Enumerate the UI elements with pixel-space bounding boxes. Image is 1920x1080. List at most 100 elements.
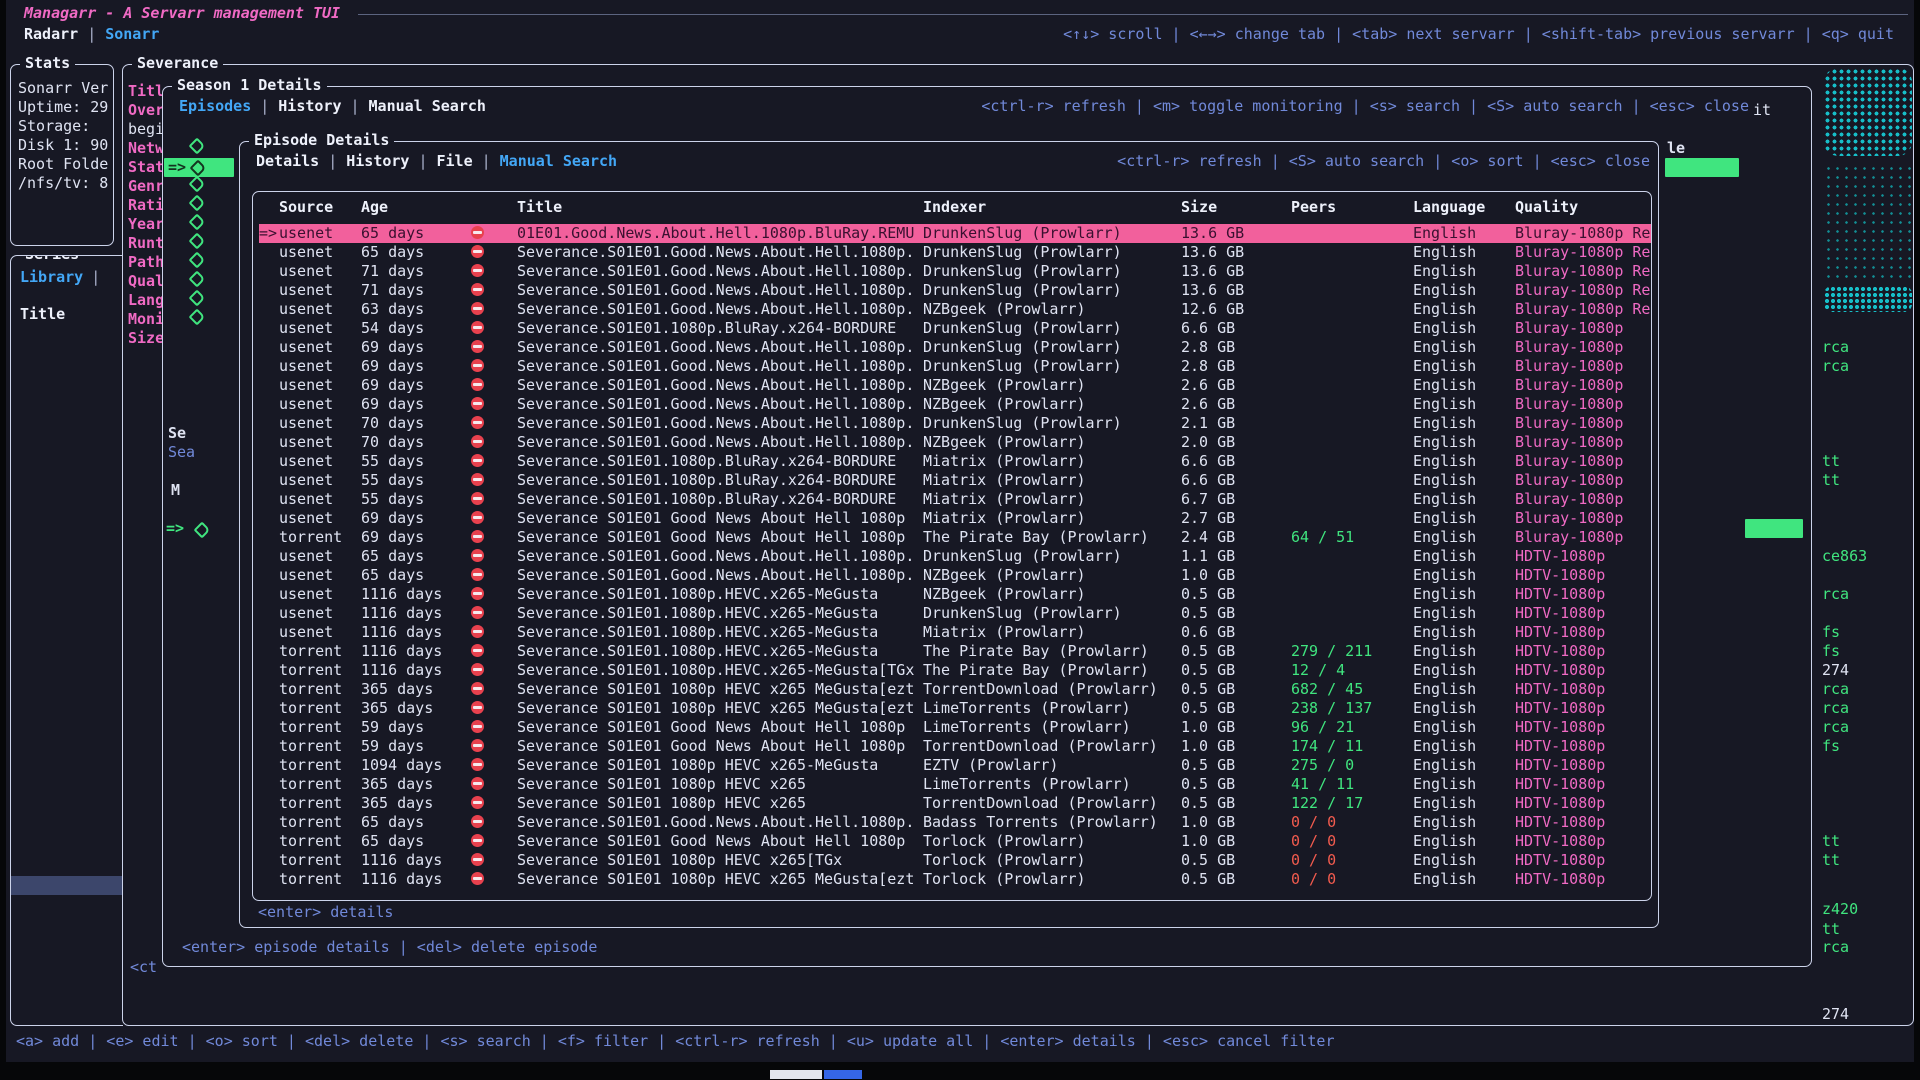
search-result-row[interactable]: torrent 59 days Severance S01E01 Good Ne…: [259, 737, 1651, 756]
series-list-item[interactable]: Little: [11, 439, 123, 458]
search-result-row[interactable]: usenet 70 days Severance.S01E01.Good.New…: [259, 414, 1651, 433]
tab-radarr[interactable]: Radarr: [24, 25, 78, 44]
search-result-row[interactable]: torrent 365 days Severance S01E01 1080p …: [259, 794, 1651, 813]
series-list-item[interactable]: Netflix: [11, 838, 123, 857]
search-result-row[interactable]: usenet 1116 days Severance.S01E01.1080p.…: [259, 604, 1651, 623]
series-list-item[interactable]: The Way: [11, 382, 123, 401]
search-result-row[interactable]: torrent 1116 days Severance S01E01 1080p…: [259, 870, 1651, 889]
search-result-row[interactable]: torrent 365 days Severance S01E01 1080p …: [259, 699, 1651, 718]
series-list-item[interactable]: It's Al: [11, 762, 123, 781]
result-language: English: [1413, 395, 1515, 414]
search-result-row[interactable]: usenet 55 days Severance.S01E01.1080p.Bl…: [259, 490, 1651, 509]
series-list-item[interactable]: PEN15: [11, 724, 123, 743]
header-age[interactable]: Age: [361, 198, 471, 217]
search-result-row[interactable]: torrent 1116 days Severance.S01E01.1080p…: [259, 642, 1651, 661]
search-result-row[interactable]: torrent 69 days Severance S01E01 Good Ne…: [259, 528, 1651, 547]
header-size[interactable]: Size: [1181, 198, 1291, 217]
series-list-item[interactable]: Mask Gi: [11, 458, 123, 477]
result-title: Severance S01E01 Good News About Hell 10…: [517, 737, 923, 756]
occluded-selection-marker: =>: [168, 158, 186, 177]
tab-library[interactable]: Library: [20, 268, 83, 287]
search-result-row[interactable]: torrent 1116 days Severance S01E01 1080p…: [259, 851, 1651, 870]
search-result-row[interactable]: usenet 69 days Severance S01E01 Good New…: [259, 509, 1651, 528]
search-result-row[interactable]: torrent 59 days Severance S01E01 Good Ne…: [259, 718, 1651, 737]
series-list-item[interactable]: The Gri: [11, 534, 123, 553]
series-list-item[interactable]: Flight: [11, 610, 123, 629]
header-language[interactable]: Language: [1413, 198, 1515, 217]
series-list-item[interactable]: Yosuga: [11, 325, 123, 344]
series-list-item[interactable]: Altered: [11, 933, 123, 952]
series-list-item[interactable]: The Nig: [11, 857, 123, 876]
series-list-item[interactable]: => Severan: [11, 876, 123, 895]
result-quality: HDTV-1080p: [1515, 870, 1651, 889]
series-list-item[interactable]: The Nan: [11, 800, 123, 819]
search-result-row[interactable]: usenet 69 days Severance.S01E01.Good.New…: [259, 376, 1651, 395]
series-list-item[interactable]: Paradis: [11, 971, 123, 990]
search-result-row[interactable]: usenet 69 days Severance.S01E01.Good.New…: [259, 395, 1651, 414]
search-result-row[interactable]: torrent 1094 days Severance S01E01 1080p…: [259, 756, 1651, 775]
tab-sonarr[interactable]: Sonarr: [105, 25, 159, 44]
series-list-item[interactable]: The Emp: [11, 496, 123, 515]
search-result-row[interactable]: usenet 65 days Severance.S01E01.Good.New…: [259, 566, 1651, 585]
series-field-label: begin: [128, 120, 164, 139]
series-list-item[interactable]: Mad Men: [11, 591, 123, 610]
series-list-item[interactable]: Tsunami: [11, 572, 123, 591]
series-list-item[interactable]: Sirens: [11, 629, 123, 648]
monitored-tag-icon: [189, 309, 206, 326]
search-result-row[interactable]: torrent 65 days Severance S01E01 Good Ne…: [259, 832, 1651, 851]
search-result-row[interactable]: usenet 54 days Severance.S01E01.1080p.Bl…: [259, 319, 1651, 338]
series-list-item[interactable]: Dark Ga: [11, 914, 123, 933]
tab-season-history[interactable]: History: [278, 97, 341, 116]
search-result-row[interactable]: usenet 65 days Severance.S01E01.Good.New…: [259, 547, 1651, 566]
series-list-item[interactable]: Homeste: [11, 648, 123, 667]
search-result-row[interactable]: usenet 55 days Severance.S01E01.1080p.Bl…: [259, 471, 1651, 490]
search-result-row[interactable]: usenet 65 days Severance.S01E01.Good.New…: [259, 243, 1651, 262]
series-list-item[interactable]: Hunter: [11, 401, 123, 420]
series-list-item[interactable]: High Sc: [11, 420, 123, 439]
series-list-item[interactable]: Chillin: [11, 363, 123, 382]
search-result-row[interactable]: torrent 1116 days Severance.S01E01.1080p…: [259, 661, 1651, 680]
search-result-row[interactable]: usenet 55 days Severance.S01E01.1080p.Bl…: [259, 452, 1651, 471]
search-result-row[interactable]: usenet 69 days Severance.S01E01.Good.New…: [259, 357, 1651, 376]
tab-episode-file[interactable]: File: [437, 152, 473, 171]
result-indexer: DrunkenSlug (Prowlarr): [923, 281, 1181, 300]
series-list-item[interactable]: The Rev: [11, 705, 123, 724]
search-result-row[interactable]: usenet 69 days Severance.S01E01.Good.New…: [259, 338, 1651, 357]
series-list-item[interactable]: Washing: [11, 686, 123, 705]
series-list-item[interactable]: Sons of: [11, 667, 123, 686]
tab-episode-manual-search[interactable]: Manual Search: [500, 152, 617, 171]
search-result-row[interactable]: usenet 63 days Severance.S01E01.Good.New…: [259, 300, 1651, 319]
search-result-row[interactable]: usenet 70 days Severance.S01E01.Good.New…: [259, 433, 1651, 452]
series-list-item[interactable]: The Tra: [11, 781, 123, 800]
series-list-item[interactable]: Overflo: [11, 553, 123, 572]
series-list-item[interactable]: Marvel': [11, 895, 123, 914]
search-result-row[interactable]: => usenet 65 days 01E01.Good.News.About.…: [259, 224, 1651, 243]
tab-season-manual-search[interactable]: Manual Search: [369, 97, 486, 116]
search-result-row[interactable]: usenet 1116 days Severance.S01E01.1080p.…: [259, 585, 1651, 604]
series-list-item[interactable]: The Qwa: [11, 344, 123, 363]
tab-episode-details[interactable]: Details: [256, 152, 319, 171]
row-selection-marker: [259, 452, 279, 471]
series-field-label: Ratin: [128, 196, 164, 215]
rejected-icon: [471, 378, 484, 391]
result-peers: 12 / 4: [1291, 661, 1413, 680]
tab-episode-history[interactable]: History: [346, 152, 409, 171]
search-result-row[interactable]: usenet 71 days Severance.S01E01.Good.New…: [259, 262, 1651, 281]
search-result-row[interactable]: torrent 365 days Severance S01E01 1080p …: [259, 680, 1651, 699]
header-peers[interactable]: Peers: [1291, 198, 1413, 217]
search-result-row[interactable]: torrent 365 days Severance S01E01 1080p …: [259, 775, 1651, 794]
series-list-item[interactable]: Batwhee: [11, 952, 123, 971]
header-title[interactable]: Title: [517, 198, 923, 217]
header-source[interactable]: Source: [279, 198, 361, 217]
tab-episodes[interactable]: Episodes: [179, 97, 251, 116]
search-result-row[interactable]: torrent 65 days Severance.S01E01.Good.Ne…: [259, 813, 1651, 832]
search-result-row[interactable]: usenet 71 days Severance.S01E01.Good.New…: [259, 281, 1651, 300]
search-result-row[interactable]: usenet 1116 days Severance.S01E01.1080p.…: [259, 623, 1651, 642]
series-list-item[interactable]: The Off: [11, 743, 123, 762]
series-list-item[interactable]: Keijo!!: [11, 515, 123, 534]
header-quality[interactable]: Quality: [1515, 198, 1651, 217]
series-list-item[interactable]: Landman: [11, 990, 123, 1009]
header-indexer[interactable]: Indexer: [923, 198, 1181, 217]
series-list-item[interactable]: The Emp: [11, 477, 123, 496]
series-list-item[interactable]: DAN DA: [11, 819, 123, 838]
